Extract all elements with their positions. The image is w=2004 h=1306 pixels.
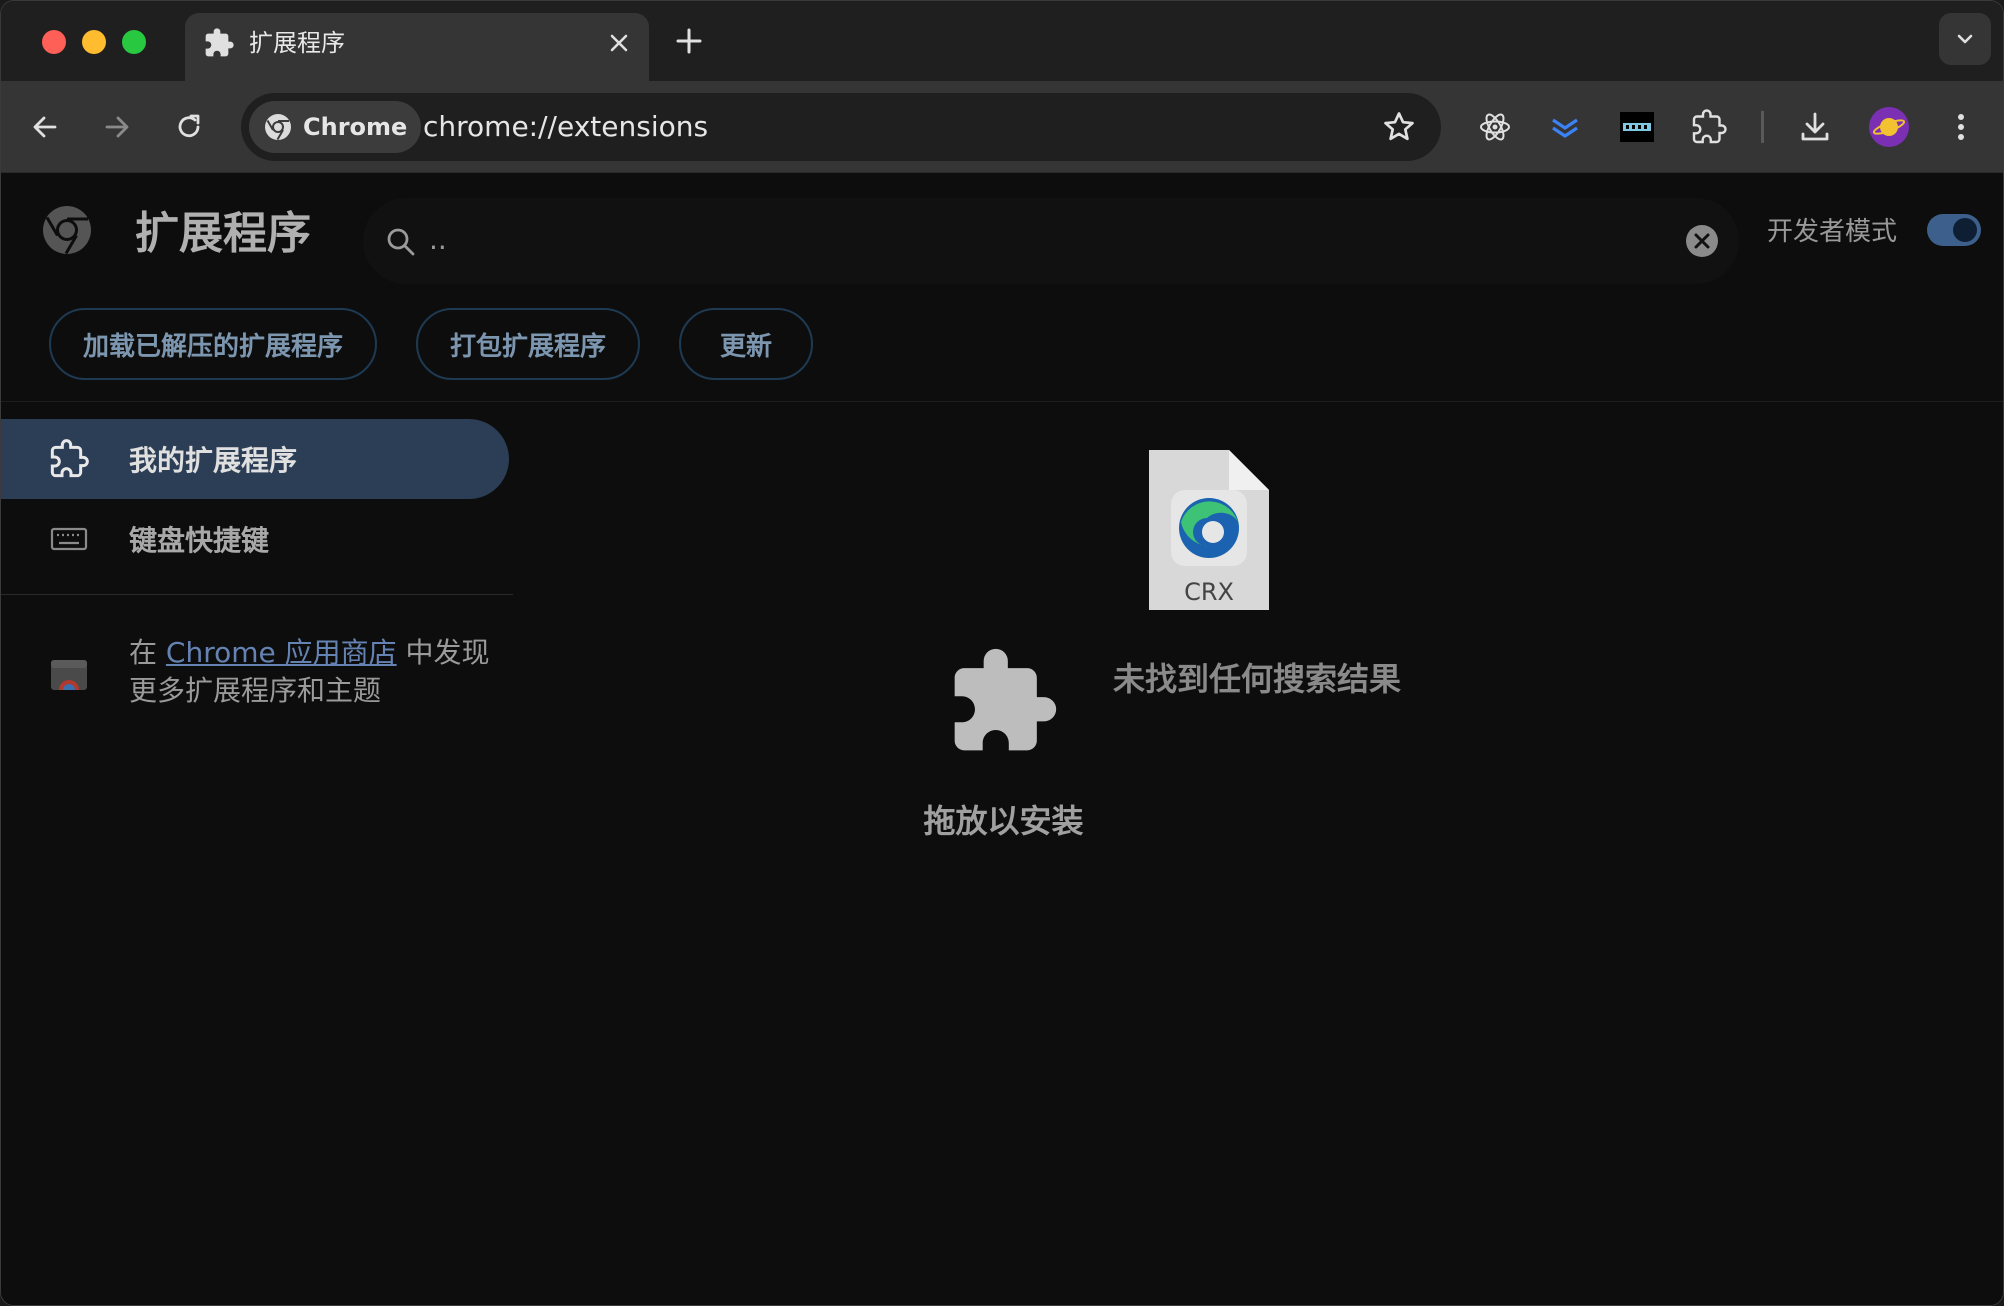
clear-search-icon[interactable] <box>1685 224 1719 258</box>
web-store-link[interactable]: Chrome 应用商店 <box>166 636 397 669</box>
toggle-knob <box>1953 218 1977 242</box>
dark-logo-button[interactable] <box>1615 105 1659 149</box>
back-icon <box>33 116 57 138</box>
large-puzzle-icon <box>954 648 1057 751</box>
profile-avatar-icon <box>1869 107 1909 147</box>
sidebar-item-my-extensions[interactable]: 我的扩展程序 <box>1 419 509 499</box>
developer-mode-toggle[interactable] <box>1927 214 1981 246</box>
web-store-prefix: 在 <box>129 636 166 669</box>
keyboard-icon <box>50 527 88 551</box>
chevron-down-icon <box>1957 34 1973 44</box>
forward-button[interactable] <box>95 105 139 149</box>
download-icon <box>1801 112 1829 141</box>
puzzle-icon <box>205 28 234 57</box>
react-devtools-button[interactable] <box>1473 105 1517 149</box>
tab-extensions[interactable]: 扩展程序 <box>185 13 649 81</box>
pack-extension-button[interactable]: 打包扩展程序 <box>416 308 640 380</box>
search-input[interactable]: .. <box>429 220 447 260</box>
search-field[interactable]: .. <box>363 198 1739 284</box>
chrome-logo-icon <box>43 206 91 255</box>
reload-button[interactable] <box>167 105 211 149</box>
dark-logo-icon <box>1620 112 1654 142</box>
tab-title: 扩展程序 <box>249 29 345 57</box>
menu-dots-icon <box>1958 114 1964 140</box>
address-bar[interactable]: Chrome chrome://extensions <box>241 93 1441 161</box>
profile-button[interactable] <box>1867 105 1911 149</box>
sidebar-item-keyboard-shortcuts[interactable]: 键盘快捷键 <box>1 499 509 579</box>
web-store-text: 在 Chrome 应用商店 中发现更多扩展程序和主题 <box>129 634 509 710</box>
no-results-message: 未找到任何搜索结果 <box>1113 660 1402 698</box>
downloads-button[interactable] <box>1793 105 1837 149</box>
new-tab-icon[interactable] <box>671 23 707 59</box>
sidebar-item-label: 键盘快捷键 <box>129 524 270 557</box>
chrome-menu-button[interactable] <box>1939 105 1983 149</box>
site-chip-label: Chrome <box>303 113 408 141</box>
page-title: 扩展程序 <box>135 208 311 259</box>
forward-icon <box>105 116 129 138</box>
load-unpacked-button[interactable]: 加载已解压的扩展程序 <box>49 308 377 380</box>
update-button[interactable]: 更新 <box>679 308 813 380</box>
minimize-window-button[interactable] <box>82 30 106 54</box>
browser-window: 扩展程序 Chrome chrome://extensions 扩展程序 .. … <box>0 0 2004 1306</box>
extension-icon <box>50 439 89 478</box>
extensions-page: 扩展程序 .. 开发者模式 加载已解压的扩展程序 打包扩展程序 更新 我的扩展程… <box>1 174 2003 1305</box>
web-store-icon <box>51 660 87 690</box>
tab-search-button[interactable] <box>1939 13 1991 65</box>
sidebar-item-label: 我的扩展程序 <box>129 444 298 477</box>
reload-icon <box>178 114 200 138</box>
stacked-chevrons-icon <box>1552 118 1578 138</box>
sidebar-divider <box>1 594 513 595</box>
stacked-chevrons-button[interactable] <box>1543 105 1587 149</box>
chrome-icon <box>265 114 291 141</box>
close-window-button[interactable] <box>42 30 66 54</box>
extensions-icon <box>1692 109 1727 144</box>
crx-file-illustration: CRX <box>1147 448 1271 616</box>
crx-label: CRX <box>1184 578 1234 606</box>
site-info-chip[interactable]: Chrome <box>249 101 422 153</box>
zoom-window-button[interactable] <box>122 30 146 54</box>
url-text[interactable]: chrome://extensions <box>423 111 708 143</box>
page-header: 扩展程序 .. 开发者模式 加载已解压的扩展程序 打包扩展程序 更新 <box>1 174 2003 402</box>
tab-strip: 扩展程序 <box>1 1 2003 81</box>
close-tab-icon[interactable] <box>603 27 635 59</box>
react-devtools-icon <box>1480 113 1510 141</box>
drop-to-install-label: 拖放以安装 <box>923 802 1084 840</box>
back-button[interactable] <box>23 105 67 149</box>
search-icon <box>387 228 415 256</box>
toolbar: Chrome chrome://extensions <box>1 81 2003 173</box>
developer-mode-label: 开发者模式 <box>1767 217 1898 247</box>
extensions-button[interactable] <box>1687 105 1731 149</box>
toolbar-divider <box>1761 111 1764 143</box>
bookmark-star-icon[interactable] <box>1381 109 1417 145</box>
